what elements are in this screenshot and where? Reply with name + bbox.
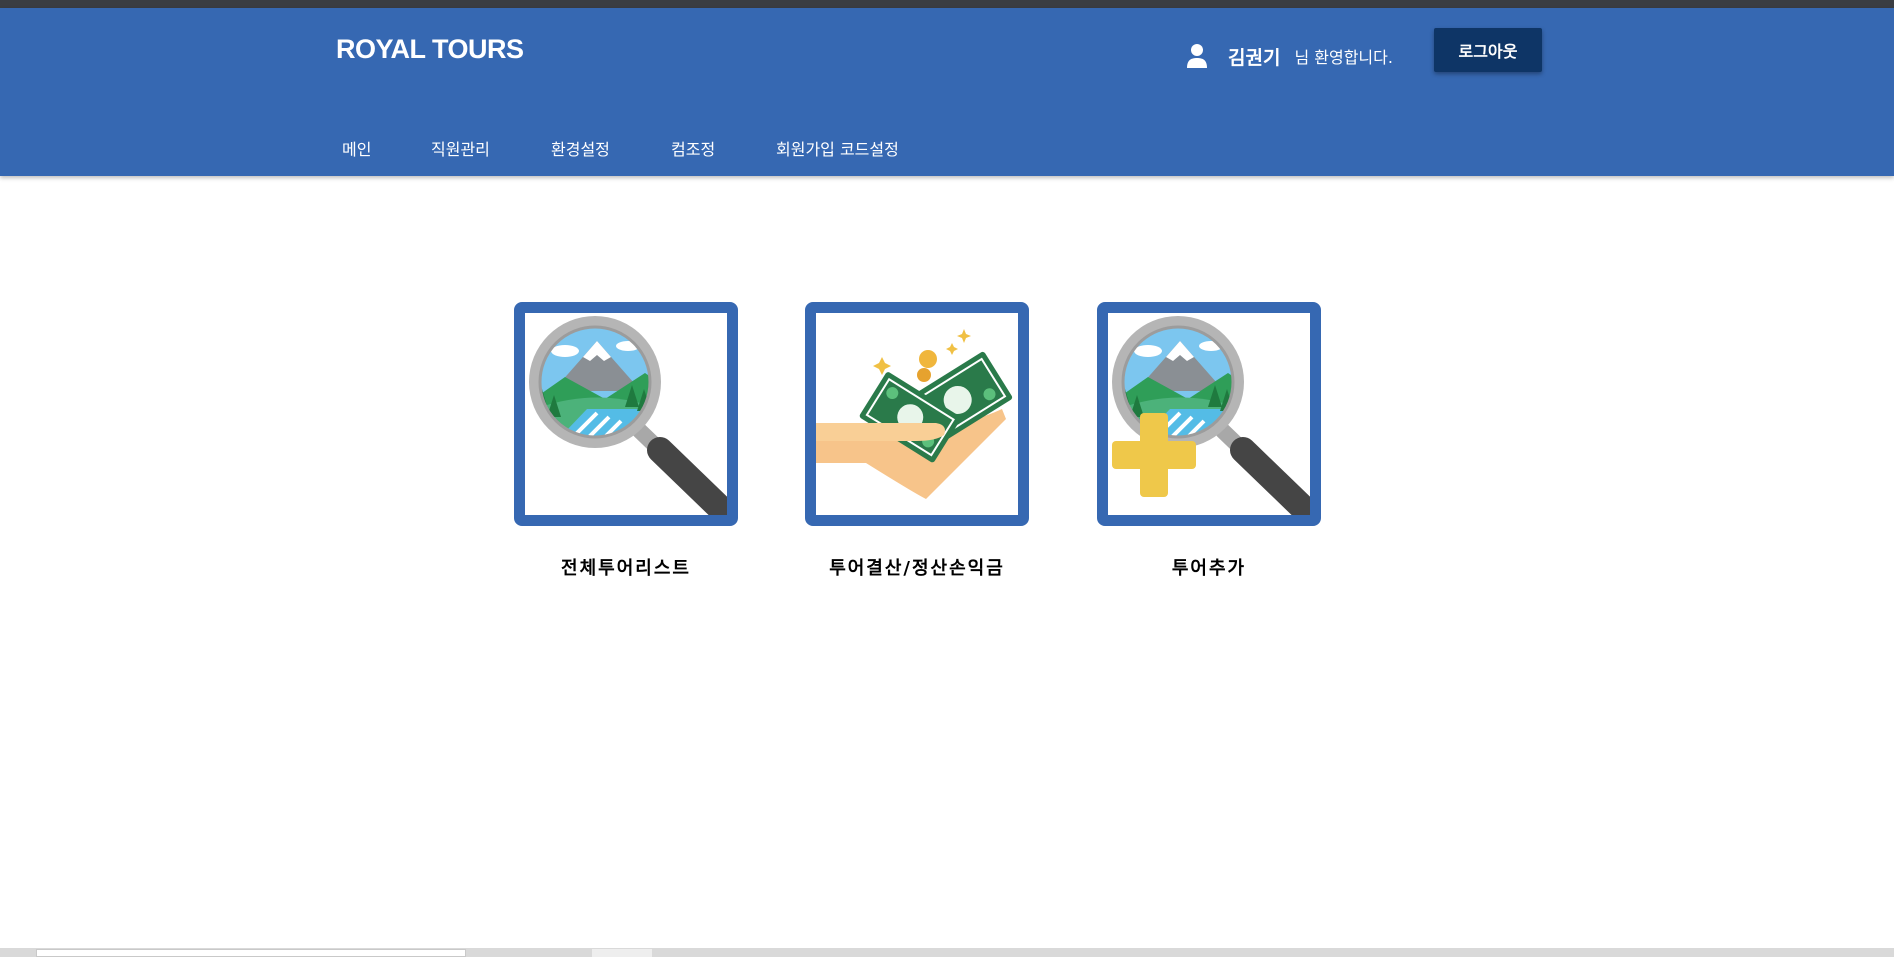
top-header: ROYAL TOURS 김권기 님 환영합니다. 로그아웃 메인 직원관리 환경… — [0, 8, 1894, 176]
nav-item-settings[interactable]: 환경설정 — [551, 136, 610, 160]
welcome-text: 님 환영합니다. — [1294, 48, 1393, 67]
tile-label-tour-settlement[interactable]: 투어결산/정산손익금 — [787, 554, 1047, 580]
nav-item-signup-code[interactable]: 회원가입 코드설정 — [776, 136, 899, 160]
nav-item-adjust[interactable]: 컴조정 — [671, 136, 715, 160]
magnifier-landscape-icon — [529, 316, 727, 515]
user-name: 김권기 — [1228, 46, 1281, 69]
tile-all-tour-list[interactable] — [514, 302, 738, 526]
nav-item-staff[interactable]: 직원관리 — [431, 136, 490, 160]
browser-top-edge — [0, 0, 1894, 8]
nav-item-main[interactable]: 메인 — [342, 136, 371, 160]
tile-tour-settlement[interactable] — [805, 302, 1029, 526]
main-nav: 메인 직원관리 환경설정 컴조정 회원가입 코드설정 — [0, 136, 1894, 172]
hand-money-icon — [816, 329, 1013, 499]
brand-logo[interactable]: ROYAL TOURS — [336, 34, 524, 65]
user-icon — [1187, 44, 1207, 68]
tile-label-all-tour-list[interactable]: 전체투어리스트 — [496, 554, 756, 580]
taskbar-search-field[interactable] — [36, 949, 466, 957]
logout-button[interactable]: 로그아웃 — [1434, 28, 1542, 72]
tile-label-add-tour[interactable]: 투어추가 — [1079, 554, 1339, 580]
tile-add-tour[interactable] — [1097, 302, 1321, 526]
magnifier-add-icon — [1112, 316, 1310, 515]
scrollbar-thumb[interactable] — [592, 949, 652, 957]
user-greeting: 김권기 님 환영합니다. — [1186, 36, 1393, 76]
